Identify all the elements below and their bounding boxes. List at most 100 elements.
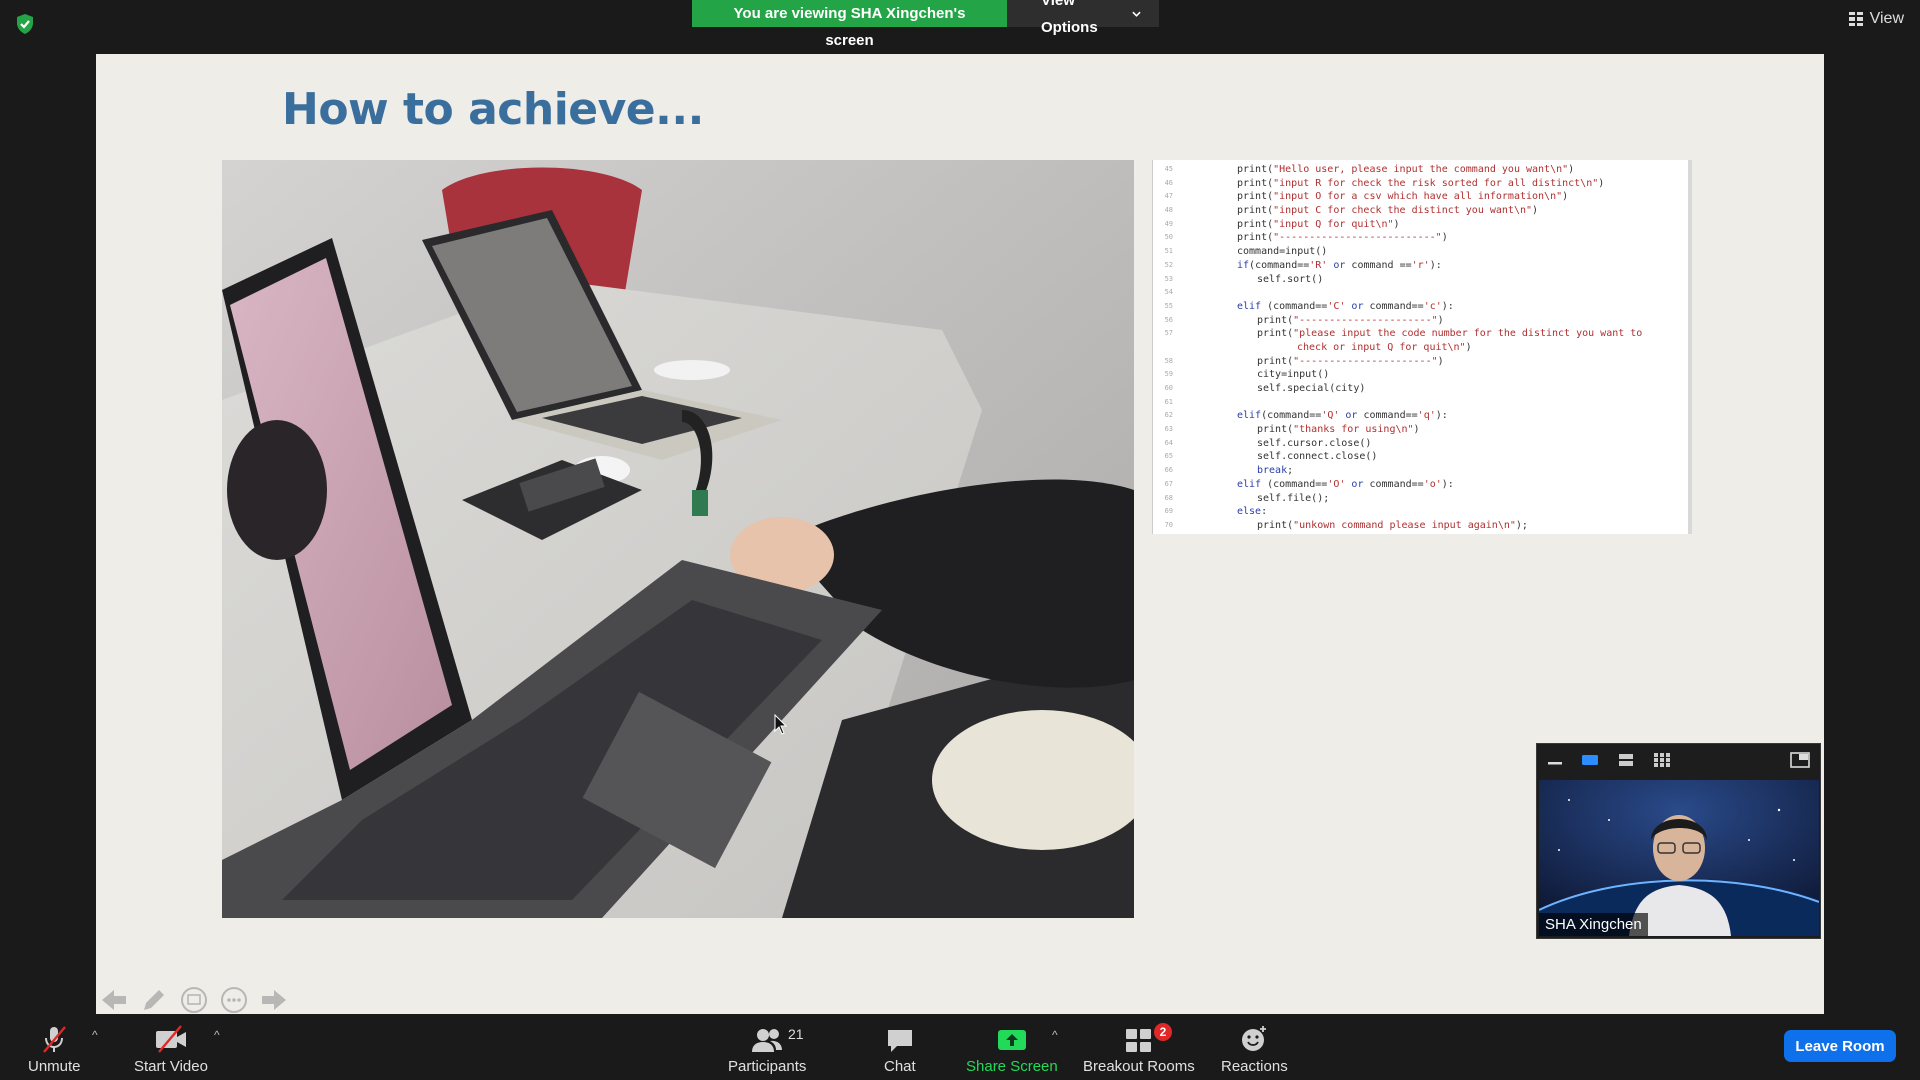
code-text: else: <box>1177 505 1688 519</box>
line-number: 64 <box>1164 438 1173 447</box>
code-token: "input R for check the risk sorted for a… <box>1273 177 1599 189</box>
code-line: 62 elif(command=='Q' or command=='q'): <box>1153 409 1688 423</box>
code-line: 57 print("please input the code number fo… <box>1153 327 1688 341</box>
code-token: print( <box>1257 314 1294 326</box>
code-token: self.file(); <box>1257 492 1330 504</box>
pen-icon[interactable] <box>140 986 168 1014</box>
code-token: ) <box>1562 191 1569 203</box>
code-token: print( <box>1257 424 1294 436</box>
code-token: command == <box>1345 259 1412 271</box>
minimize-icon[interactable] <box>1547 752 1563 773</box>
leave-room-button[interactable]: Leave Room <box>1784 1030 1896 1062</box>
line-number: 48 <box>1164 206 1173 215</box>
line-number: 61 <box>1164 397 1173 406</box>
code-line: 65 self.connect.close() <box>1153 450 1688 464</box>
code-text: elif(command=='Q' or command=='q'): <box>1177 409 1688 423</box>
pop-out-icon[interactable] <box>1790 751 1810 773</box>
code-token: "----------------------" <box>1293 314 1438 326</box>
code-text: elif (command=='C' or command=='c'): <box>1177 300 1688 314</box>
code-token: elif <box>1237 478 1262 490</box>
code-token: self.sort() <box>1257 273 1324 285</box>
chat-label: Chat <box>884 1058 916 1075</box>
line-number: 45 <box>1164 165 1173 173</box>
code-token: "--------------------------" <box>1273 232 1442 244</box>
start-video-button[interactable]: Start Video <box>134 1022 208 1075</box>
chat-button[interactable]: Chat <box>884 1022 916 1075</box>
breakout-rooms-label: Breakout Rooms <box>1083 1058 1195 1075</box>
slides-icon[interactable] <box>180 986 208 1014</box>
code-line: 69 else: <box>1153 505 1688 519</box>
reactions-smiley-icon <box>1239 1022 1269 1054</box>
line-number: 66 <box>1164 466 1173 475</box>
code-token: or <box>1345 410 1358 422</box>
arrow-right-icon[interactable] <box>260 986 288 1014</box>
line-number: 55 <box>1164 301 1173 310</box>
breakout-rooms-icon <box>1124 1022 1154 1054</box>
speaker-view-icon[interactable] <box>1581 752 1599 773</box>
code-token: : <box>1261 506 1268 518</box>
code-text: city=input() <box>1177 368 1688 382</box>
code-text: print("thanks for using\n") <box>1177 423 1688 437</box>
line-number: 56 <box>1164 315 1173 324</box>
line-number: 62 <box>1164 411 1173 420</box>
slide-photo <box>222 160 1134 918</box>
code-line: 56 print("----------------------") <box>1153 314 1688 328</box>
line-number: 57 <box>1164 329 1173 338</box>
line-number <box>1153 341 1177 355</box>
line-number: 60 <box>1164 384 1173 392</box>
more-options-icon[interactable] <box>220 986 248 1014</box>
code-text: print("--------------------------") <box>1177 231 1688 245</box>
code-text: print("Hello user, please input the comm… <box>1177 163 1688 177</box>
code-token: elif <box>1237 410 1262 422</box>
code-token: ) <box>1437 355 1444 367</box>
video-options-caret-icon[interactable]: ^ <box>214 1028 220 1042</box>
code-text: print("----------------------") <box>1177 355 1688 369</box>
audio-options-caret-icon[interactable]: ^ <box>92 1028 98 1042</box>
share-screen-button[interactable]: Share Screen <box>966 1022 1058 1075</box>
self-view-panel[interactable]: SHA Xingchen <box>1536 743 1821 939</box>
breakout-rooms-button[interactable]: Breakout Rooms <box>1083 1022 1195 1075</box>
code-token: command== <box>1363 478 1424 490</box>
code-token: ) <box>1413 424 1420 436</box>
code-token: command== <box>1357 410 1418 422</box>
code-token: else <box>1237 506 1262 518</box>
meeting-toolbar: Unmute ^ Start Video ^ Participants 21 C… <box>0 1014 1920 1080</box>
code-token: "thanks for using\n" <box>1293 424 1414 436</box>
code-token: (command== <box>1261 300 1328 312</box>
viewing-screen-label: You are viewing SHA Xingchen's screen <box>692 0 1007 49</box>
mouse-cursor-icon <box>774 714 788 735</box>
code-token: or <box>1351 300 1364 312</box>
code-token: "----------------------" <box>1293 355 1438 367</box>
share-options-caret-icon[interactable]: ^ <box>1052 1028 1058 1042</box>
code-token: check or input Q for quit\n" <box>1297 341 1466 353</box>
reactions-button[interactable]: Reactions <box>1221 1022 1288 1075</box>
arrow-left-icon[interactable] <box>100 986 128 1014</box>
code-token: "please input the code number for the di… <box>1293 328 1643 340</box>
code-token: print( <box>1237 205 1274 217</box>
line-number: 51 <box>1164 247 1173 256</box>
code-token: (command== <box>1249 259 1310 271</box>
code-token: (command== <box>1261 478 1328 490</box>
view-button[interactable]: View <box>1848 10 1904 28</box>
line-number: 52 <box>1164 260 1173 269</box>
code-text: command=input() <box>1177 245 1688 259</box>
strip-view-icon[interactable] <box>1617 752 1635 773</box>
gallery-grid-icon[interactable] <box>1653 752 1671 773</box>
code-token: "unkown command please input again\n" <box>1293 519 1516 531</box>
code-token: ) <box>1441 232 1448 244</box>
shield-icon[interactable] <box>13 12 37 36</box>
code-line: 66 break; <box>1153 464 1688 478</box>
code-token: print( <box>1237 191 1274 203</box>
code-token: print( <box>1237 177 1274 189</box>
line-number: 68 <box>1164 493 1173 502</box>
code-text: self.connect.close() <box>1177 450 1688 464</box>
unmute-button[interactable]: Unmute <box>28 1022 81 1075</box>
code-token: ; <box>1287 465 1294 477</box>
view-options-button[interactable]: View Options <box>1007 0 1159 36</box>
code-token: 'r' <box>1411 259 1430 271</box>
self-view-name-label: SHA Xingchen <box>1539 913 1648 936</box>
code-token: 'C' <box>1327 300 1346 312</box>
code-line: 64 self.cursor.close() <box>1153 437 1688 451</box>
code-token: ) <box>1393 218 1400 230</box>
